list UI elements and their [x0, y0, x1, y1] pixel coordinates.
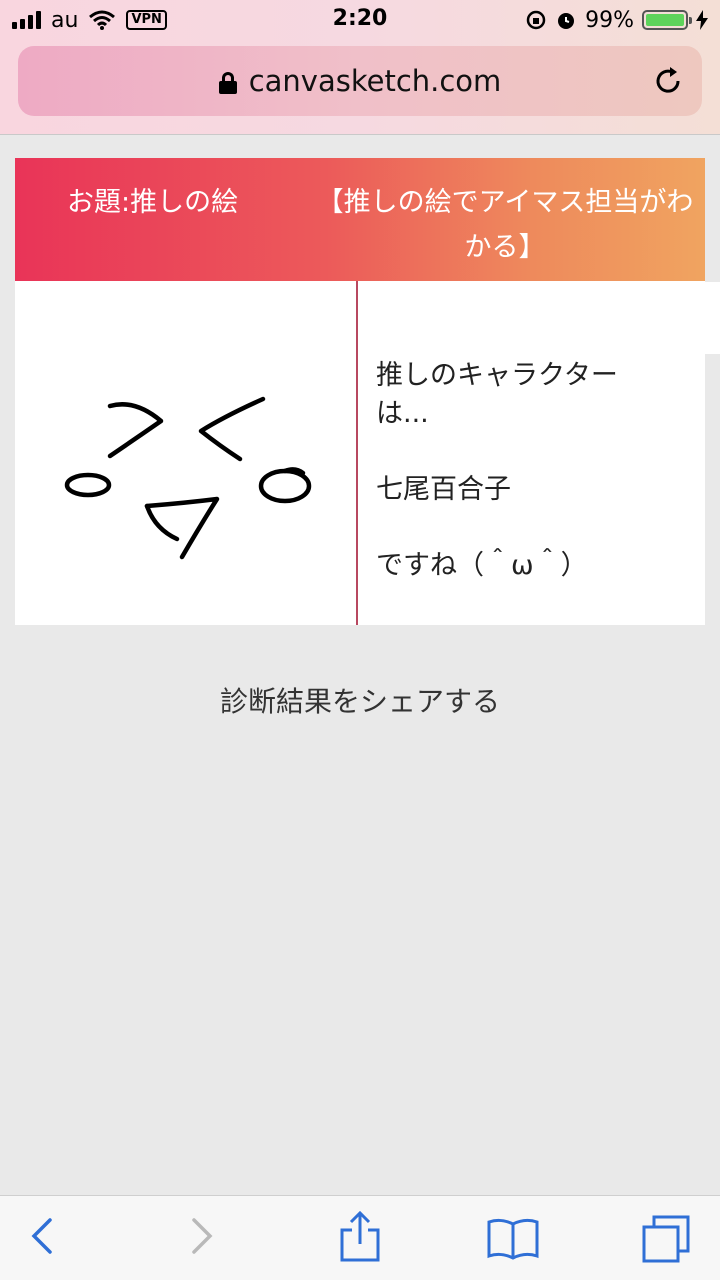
- share-icon[interactable]: [338, 1210, 382, 1264]
- card-title: 【推しの絵でアイマス担当がわかる】: [316, 187, 694, 263]
- url-text: canvasketch.com: [248, 64, 502, 98]
- rotation-lock-icon: [526, 10, 546, 30]
- status-bar: au VPN 2:20 99%: [0, 0, 720, 40]
- clock: 2:20: [332, 6, 388, 31]
- browser-toolbar: [0, 1195, 720, 1280]
- reload-icon[interactable]: [652, 64, 686, 98]
- tabs-icon[interactable]: [640, 1214, 692, 1264]
- back-icon[interactable]: [28, 1214, 56, 1258]
- share-result-button[interactable]: 診断結果をシェアする: [0, 680, 720, 720]
- forward-icon[interactable]: [188, 1214, 216, 1258]
- charging-icon: [696, 10, 708, 30]
- result-card: お題:推しの絵 【推しの絵でアイマス担当がわかる】 推しのキャラクターは... …: [15, 158, 705, 625]
- vpn-badge: VPN: [126, 10, 167, 30]
- result-text: 推しのキャラクターは... 七尾百合子 ですね（＾ω＾）: [358, 281, 705, 625]
- alarm-icon: [558, 13, 575, 29]
- battery-percent: 99%: [585, 7, 634, 33]
- wifi-icon: [89, 10, 116, 30]
- lock-icon: [218, 72, 237, 94]
- signal-icon: [12, 11, 41, 29]
- card-header: お題:推しの絵 【推しの絵でアイマス担当がわかる】: [15, 158, 705, 281]
- carrier-label: au: [51, 7, 79, 33]
- side-fragment: [705, 282, 720, 354]
- battery-icon: [642, 10, 692, 30]
- result-intro: 推しのキャラクターは...: [376, 360, 618, 429]
- result-character: 七尾百合子: [376, 474, 511, 505]
- topic-label: お題:推しの絵: [67, 187, 239, 218]
- result-outro: ですね（＾ω＾）: [376, 550, 588, 581]
- bookmarks-icon[interactable]: [486, 1216, 540, 1262]
- sketch-drawing: [15, 281, 358, 625]
- address-bar[interactable]: canvasketch.com: [18, 46, 702, 116]
